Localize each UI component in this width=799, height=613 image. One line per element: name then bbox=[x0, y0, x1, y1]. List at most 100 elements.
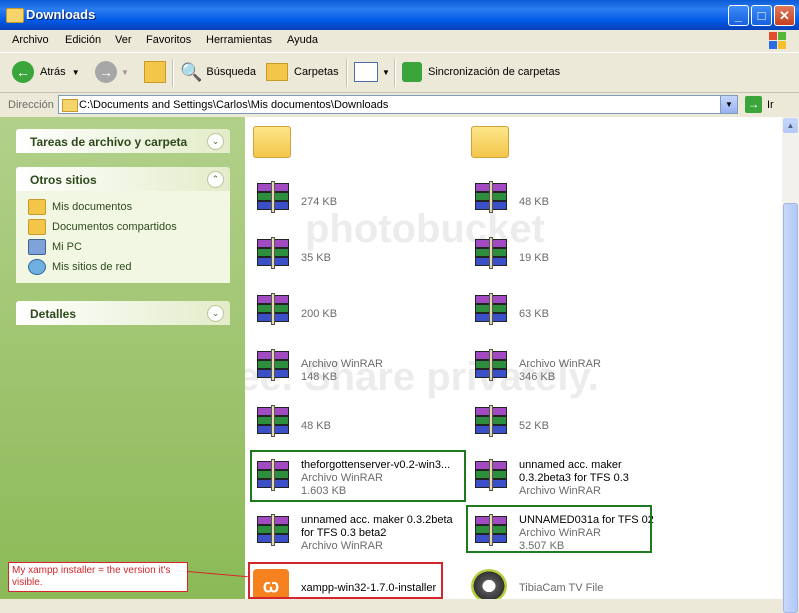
winrar-archive-icon bbox=[253, 237, 293, 271]
place-label: Mis sitios de red bbox=[52, 261, 132, 273]
rar-file-item[interactable]: 48 KB bbox=[245, 401, 455, 445]
rar-file-item[interactable]: 35 KB bbox=[245, 233, 455, 277]
vertical-scrollbar[interactable]: ▲ bbox=[782, 117, 799, 613]
rar-file-item[interactable]: 200 KB bbox=[245, 289, 455, 333]
computer-icon bbox=[28, 239, 46, 255]
details-panel: Detalles ⌄ bbox=[16, 301, 230, 325]
up-folder-button[interactable] bbox=[144, 61, 166, 83]
file-type: Archivo WinRAR bbox=[301, 540, 383, 552]
toolbar-separator bbox=[346, 59, 348, 87]
winrar-archive-icon bbox=[471, 181, 511, 215]
rar-file-item[interactable]: 48 KB bbox=[463, 177, 673, 221]
other-places-list: Mis documentos Documentos compartidos Mi… bbox=[16, 191, 230, 283]
task-pane: Tareas de archivo y carpeta ⌄ Otros siti… bbox=[0, 117, 245, 599]
folder-icon bbox=[62, 99, 78, 112]
folder-icon bbox=[471, 126, 509, 158]
folder-icon bbox=[6, 8, 24, 23]
menu-bar: Archivo Edición Ver Favoritos Herramient… bbox=[0, 30, 799, 53]
file-name: unnamed acc. maker 0.3.2beta for TFS 0.3… bbox=[301, 514, 453, 539]
title-bar: Downloads _ □ ✕ bbox=[0, 0, 799, 30]
winrar-archive-icon bbox=[253, 405, 293, 439]
close-button[interactable]: ✕ bbox=[774, 5, 795, 26]
chevron-down-icon: ▼ bbox=[121, 67, 129, 77]
file-tasks-title: Tareas de archivo y carpeta bbox=[30, 135, 188, 149]
annotation-note: My xampp installer = the version it's vi… bbox=[8, 562, 188, 592]
file-type: Archivo WinRAR bbox=[301, 358, 383, 370]
place-mi-pc[interactable]: Mi PC bbox=[28, 237, 218, 257]
winrar-archive-icon bbox=[253, 514, 293, 548]
place-documentos-compartidos[interactable]: Documentos compartidos bbox=[28, 217, 218, 237]
folder-icon bbox=[253, 126, 291, 158]
network-icon bbox=[28, 259, 46, 275]
rar-file-item[interactable]: unnamed acc. maker 0.3.2beta for TFS 0.3… bbox=[245, 510, 455, 554]
menu-herramientas[interactable]: Herramientas bbox=[206, 34, 272, 46]
back-label: Atrás bbox=[40, 66, 66, 78]
place-mis-sitios-de-red[interactable]: Mis sitios de red bbox=[28, 257, 218, 277]
chevron-up-icon[interactable]: ⌃ bbox=[207, 171, 224, 188]
rar-file-item[interactable]: 52 KB bbox=[463, 401, 673, 445]
winrar-archive-icon bbox=[253, 293, 293, 327]
winrar-archive-icon bbox=[471, 349, 511, 383]
place-mis-documentos[interactable]: Mis documentos bbox=[28, 197, 218, 217]
address-label: Dirección bbox=[8, 99, 54, 111]
place-label: Mis documentos bbox=[52, 201, 133, 213]
file-type: Archivo WinRAR bbox=[519, 358, 601, 370]
menu-edicion[interactable]: Edición bbox=[65, 34, 101, 46]
file-tasks-header[interactable]: Tareas de archivo y carpeta ⌄ bbox=[16, 129, 230, 153]
back-button[interactable]: ← Atrás ▼ bbox=[12, 61, 80, 83]
details-title: Detalles bbox=[30, 307, 77, 321]
search-icon: 🔍 bbox=[180, 61, 203, 82]
file-size: 274 KB bbox=[301, 196, 338, 208]
film-reel-icon bbox=[471, 569, 507, 599]
address-input[interactable]: C:\Documents and Settings\Carlos\Mis doc… bbox=[58, 95, 738, 114]
documents-folder-icon bbox=[28, 199, 46, 215]
sync-button[interactable]: Sincronización de carpetas bbox=[402, 61, 560, 83]
sync-label: Sincronización de carpetas bbox=[428, 66, 561, 78]
address-bar: Dirección C:\Documents and Settings\Carl… bbox=[0, 93, 799, 117]
rar-file-item[interactable]: unnamed acc. maker 0.3.2beta3 for TFS 0.… bbox=[463, 455, 673, 499]
other-places-panel: Otros sitios ⌃ Mis documentos Documentos… bbox=[16, 167, 230, 283]
rar-file-item[interactable]: 19 KB bbox=[463, 233, 673, 277]
minimize-button[interactable]: _ bbox=[728, 5, 749, 26]
file-list: photobucket Join free. Share privately. … bbox=[245, 117, 782, 599]
rar-file-item[interactable]: 274 KB bbox=[245, 177, 455, 221]
chevron-down-icon[interactable]: ▼ bbox=[720, 96, 737, 113]
menu-archivo[interactable]: Archivo bbox=[12, 34, 49, 46]
rar-file-item[interactable]: Archivo WinRAR 148 KB bbox=[245, 345, 455, 389]
menu-favoritos[interactable]: Favoritos bbox=[146, 34, 191, 46]
menu-ayuda[interactable]: Ayuda bbox=[287, 34, 318, 46]
search-button[interactable]: 🔍 Búsqueda bbox=[180, 61, 256, 83]
forward-button[interactable]: → ▼ bbox=[95, 61, 129, 83]
folders-label: Carpetas bbox=[294, 66, 339, 78]
folders-button[interactable]: Carpetas bbox=[266, 61, 339, 83]
maximize-button[interactable]: □ bbox=[751, 5, 772, 26]
window-title: Downloads bbox=[26, 7, 96, 22]
file-name: TibiaCam TV File bbox=[519, 582, 604, 594]
toolbar-separator bbox=[172, 59, 174, 87]
go-button-label[interactable]: Ir bbox=[767, 99, 774, 111]
rar-file-item[interactable]: Archivo WinRAR 346 KB bbox=[463, 345, 673, 389]
views-button[interactable]: ▼ bbox=[354, 61, 390, 83]
folder-item[interactable] bbox=[463, 122, 673, 166]
file-size: 346 KB bbox=[519, 371, 556, 383]
highlight-box bbox=[248, 562, 443, 599]
file-size: 52 KB bbox=[519, 420, 549, 432]
views-icon bbox=[354, 62, 378, 82]
chevron-down-icon[interactable]: ⌄ bbox=[207, 133, 224, 150]
other-places-header[interactable]: Otros sitios ⌃ bbox=[16, 167, 230, 191]
address-path: C:\Documents and Settings\Carlos\Mis doc… bbox=[79, 99, 389, 111]
shared-folder-icon bbox=[28, 219, 46, 235]
go-arrow-icon[interactable]: → bbox=[745, 96, 762, 113]
tibiacam-file-item[interactable]: TibiaCam TV File bbox=[463, 565, 673, 599]
rar-file-item[interactable]: 63 KB bbox=[463, 289, 673, 333]
scrollbar-thumb[interactable] bbox=[783, 203, 798, 613]
file-size: 35 KB bbox=[301, 252, 331, 264]
details-header[interactable]: Detalles ⌄ bbox=[16, 301, 230, 325]
folder-item[interactable] bbox=[245, 122, 455, 166]
toolbar: ← Atrás ▼ → ▼ 🔍 Búsqueda Carpetas ▼ Sinc… bbox=[0, 53, 799, 93]
chevron-down-icon[interactable]: ⌄ bbox=[207, 305, 224, 322]
winrar-archive-icon bbox=[471, 405, 511, 439]
scroll-up-icon[interactable]: ▲ bbox=[783, 118, 798, 133]
menu-ver[interactable]: Ver bbox=[115, 34, 132, 46]
file-size: 200 KB bbox=[301, 308, 338, 320]
